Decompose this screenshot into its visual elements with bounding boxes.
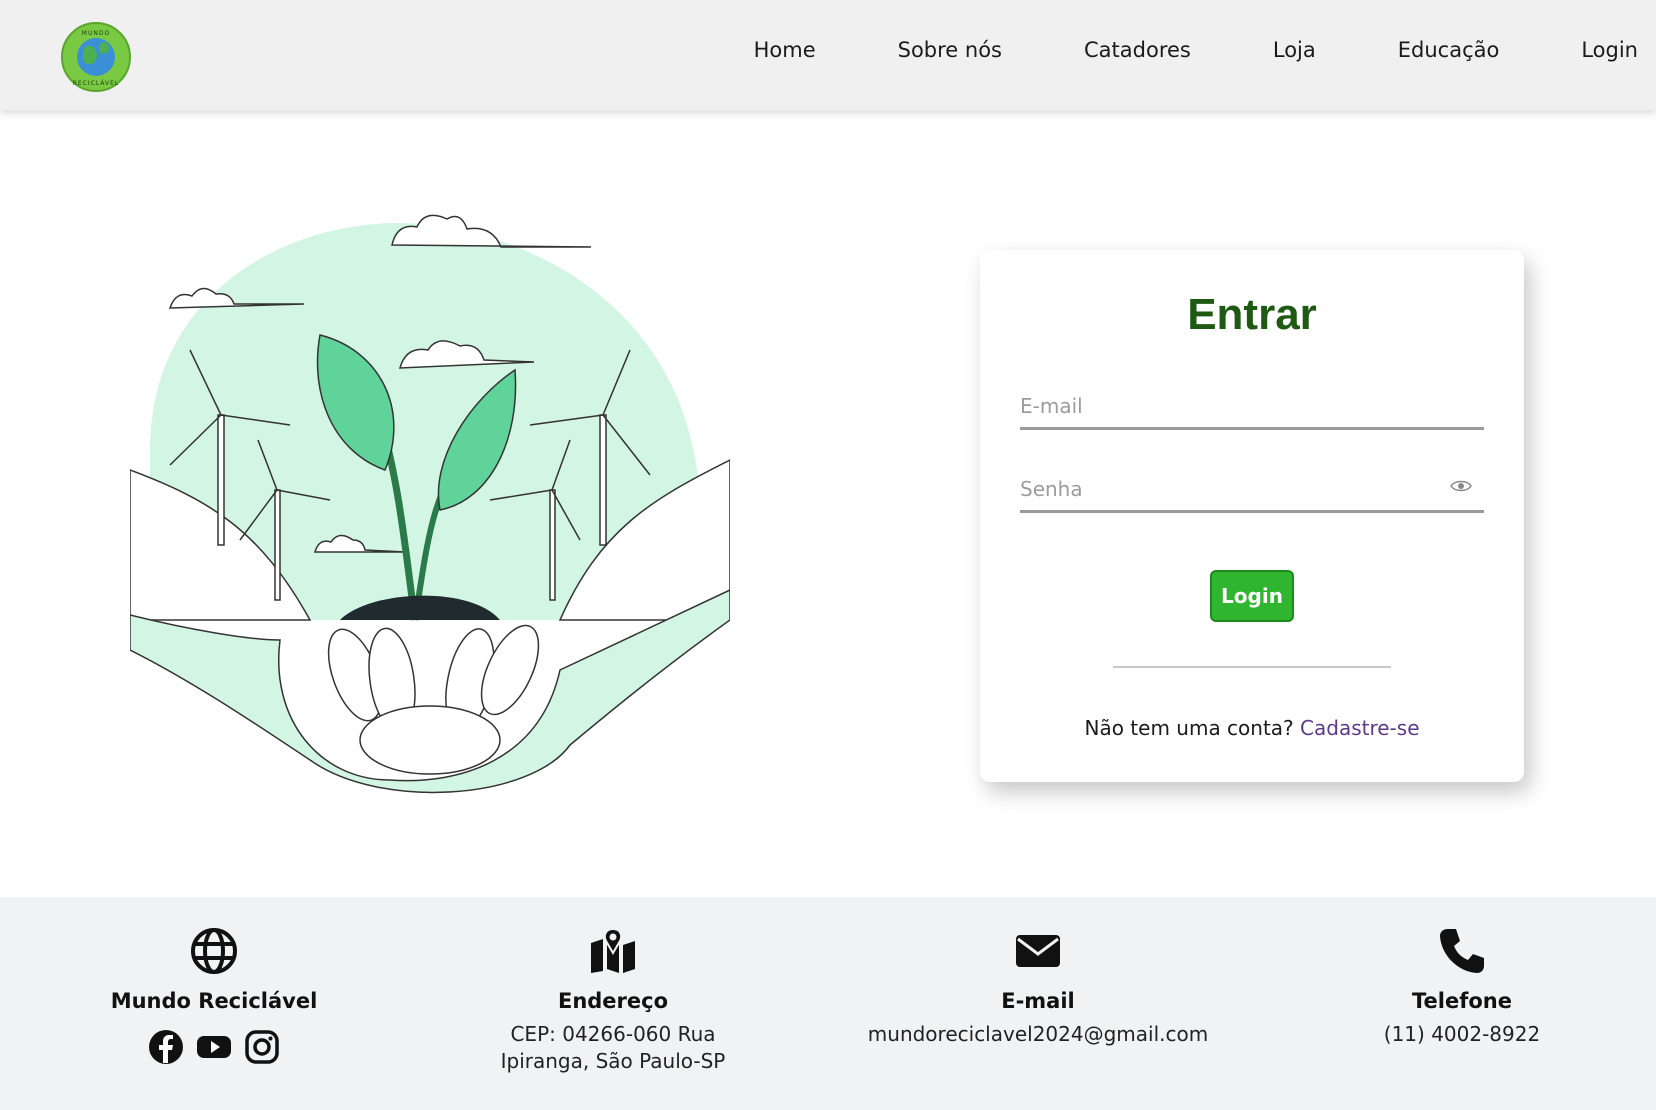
footer-email: E-mail mundoreciclavel2024@gmail.com — [838, 927, 1238, 1048]
signup-link[interactable]: Cadastre-se — [1300, 716, 1419, 740]
footer-email-title: E-mail — [1001, 989, 1075, 1013]
nav-catadores[interactable]: Catadores — [1084, 38, 1191, 62]
instagram-icon[interactable] — [244, 1029, 280, 1065]
eye-icon[interactable] — [1450, 479, 1472, 493]
globe-icon — [191, 928, 237, 974]
nav-educacao[interactable]: Educação — [1398, 38, 1500, 62]
nav-sobre-nos[interactable]: Sobre nós — [898, 38, 1002, 62]
email-field-wrapper — [1020, 380, 1484, 430]
address-line-2: Ipiranga, São Paulo-SP — [500, 1049, 726, 1073]
footer-address: Endereço CEP: 04266-060 Rua Ipiranga, Sã… — [413, 927, 813, 1075]
mundo-reciclavel-logo[interactable]: MUNDO RECICLÁVEL — [61, 22, 131, 92]
footer-phone: Telefone (11) 4002-8922 — [1262, 927, 1656, 1048]
top-navbar: MUNDO RECICLÁVEL Home Sobre nós Catadore… — [0, 0, 1656, 110]
logo-text-top: MUNDO — [81, 30, 111, 37]
footer-phone-title: Telefone — [1412, 989, 1512, 1013]
footer-brand: Mundo Reciclável — [14, 927, 414, 1065]
password-input[interactable] — [1020, 463, 1484, 510]
main-nav: Home Sobre nós Catadores Loja Educação L… — [754, 38, 1656, 62]
footer-address-title: Endereço — [557, 989, 669, 1013]
logo-text-bottom: RECICLÁVEL — [72, 80, 120, 87]
email-input[interactable] — [1020, 380, 1484, 427]
phone-icon — [1440, 929, 1484, 973]
globe-icon — [77, 38, 115, 76]
login-button[interactable]: Login — [1210, 570, 1294, 622]
no-account-text: Não tem uma conta? — [1084, 716, 1301, 740]
social-links — [14, 1029, 414, 1065]
signup-prompt: Não tem uma conta? Cadastre-se — [980, 716, 1524, 740]
login-title: Entrar — [1187, 290, 1317, 339]
footer-email-value[interactable]: mundoreciclavel2024@gmail.com — [838, 1021, 1238, 1048]
footer: Mundo Reciclável Endereço CEP: 04266-060… — [0, 897, 1656, 1110]
nav-loja[interactable]: Loja — [1273, 38, 1316, 62]
footer-address-text: CEP: 04266-060 Rua Ipiranga, São Paulo-S… — [413, 1021, 813, 1075]
envelope-icon — [1016, 935, 1060, 967]
nav-login[interactable]: Login — [1581, 38, 1638, 62]
plant-in-hands-illustration — [130, 214, 730, 794]
address-line-1: CEP: 04266-060 Rua — [510, 1022, 716, 1046]
youtube-icon[interactable] — [196, 1029, 232, 1065]
password-field-wrapper — [1020, 463, 1484, 513]
facebook-icon[interactable] — [148, 1029, 184, 1065]
nav-home[interactable]: Home — [754, 38, 816, 62]
divider — [1113, 666, 1391, 668]
footer-phone-value[interactable]: (11) 4002-8922 — [1262, 1021, 1656, 1048]
login-card: Entrar Login Não tem uma conta? Cadastre… — [980, 250, 1524, 782]
footer-brand-title: Mundo Reciclável — [110, 989, 318, 1013]
map-location-icon — [591, 927, 635, 973]
